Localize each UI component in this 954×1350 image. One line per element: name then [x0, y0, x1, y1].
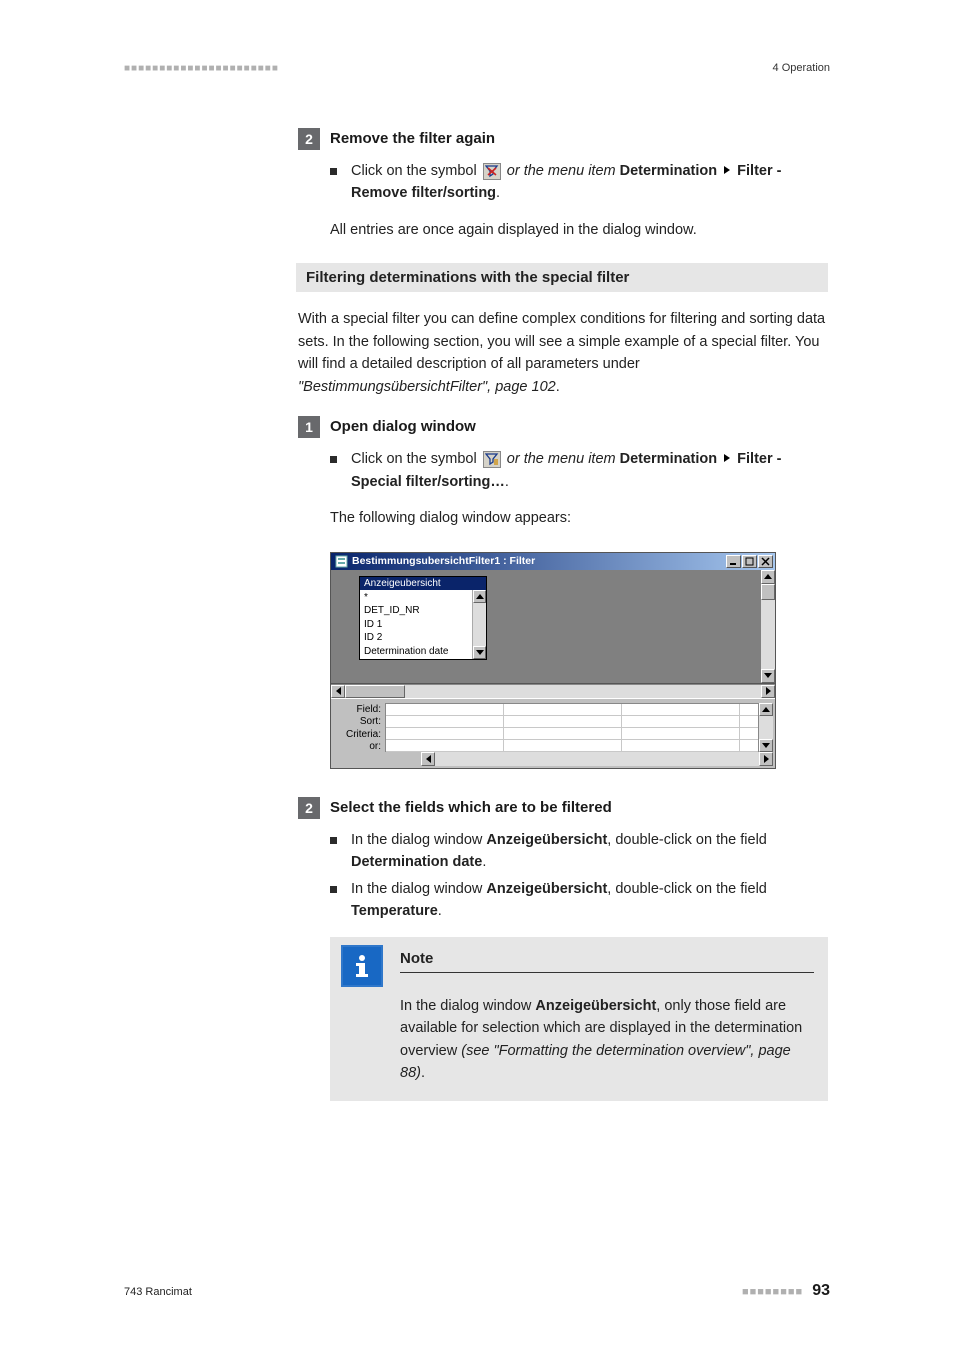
- pane-v-scrollbar[interactable]: [761, 570, 775, 683]
- criteria-grid[interactable]: [385, 703, 759, 752]
- step-open-dialog: 1 Open dialog window: [298, 416, 828, 438]
- note-heading: Note: [400, 947, 814, 973]
- scroll-left-icon[interactable]: [421, 752, 435, 766]
- intro-paragraph: With a special filter you can define com…: [298, 308, 828, 398]
- step-select-fields: 2 Select the fields which are to be filt…: [298, 797, 828, 819]
- anzeige-box[interactable]: Anzeigeubersicht * DET_ID_NR ID 1 ID 2 D…: [359, 576, 487, 661]
- bullet-text: Click on the symbol or the menu item Det…: [351, 448, 782, 493]
- scroll-up-icon[interactable]: [473, 590, 486, 603]
- result-text: All entries are once again displayed in …: [330, 219, 828, 241]
- special-filter-icon: [483, 451, 501, 468]
- result-text: The following dialog window appears:: [330, 507, 828, 529]
- footer-decor: ■■■■■■■■: [742, 1286, 803, 1298]
- bullet-text: In the dialog window Anzeigeübersicht, d…: [351, 829, 828, 874]
- scroll-up-icon[interactable]: [759, 703, 773, 716]
- header-chapter: 4 Operation: [773, 62, 830, 74]
- step-number: 2: [298, 797, 320, 819]
- step-number: 2: [298, 128, 320, 150]
- scroll-thumb[interactable]: [761, 584, 775, 600]
- list-item[interactable]: DET_ID_NR: [364, 604, 468, 618]
- lower-pane: Field: Sort: Criteria: or:: [331, 698, 775, 768]
- scroll-down-icon[interactable]: [473, 646, 486, 659]
- row-label: Field:: [341, 704, 381, 717]
- close-button[interactable]: [758, 555, 773, 568]
- list-item[interactable]: ID 1: [364, 618, 468, 632]
- list-item[interactable]: *: [364, 591, 468, 605]
- bullet-item: In the dialog window Anzeigeübersicht, d…: [330, 878, 828, 923]
- bullet-text: Click on the symbol or the menu item Det…: [351, 160, 782, 205]
- anzeige-list[interactable]: * DET_ID_NR ID 1 ID 2 Determination date: [360, 590, 472, 660]
- note-box: Note In the dialog window Anzeigeübersic…: [330, 937, 828, 1101]
- bullet-marker: [330, 456, 337, 463]
- step-title: Remove the filter again: [330, 128, 495, 150]
- maximize-button[interactable]: [742, 555, 757, 568]
- menu-separator-icon: [724, 166, 730, 174]
- remove-filter-icon: [483, 163, 501, 180]
- scroll-down-icon[interactable]: [759, 739, 773, 752]
- upper-pane: Anzeigeubersicht * DET_ID_NR ID 1 ID 2 D…: [331, 570, 775, 684]
- bullet-marker: [330, 886, 337, 893]
- anzeige-header: Anzeigeubersicht: [360, 577, 486, 590]
- bullet-item: In the dialog window Anzeigeübersicht, d…: [330, 829, 828, 874]
- header-decor: ■■■■■■■■■■■■■■■■■■■■■■: [124, 63, 279, 74]
- minimize-button[interactable]: [726, 555, 741, 568]
- info-icon: [341, 945, 383, 987]
- step-title: Open dialog window: [330, 416, 476, 438]
- scroll-right-icon[interactable]: [761, 685, 775, 698]
- scroll-left-icon[interactable]: [331, 685, 345, 698]
- bullet-marker: [330, 837, 337, 844]
- step-number: 1: [298, 416, 320, 438]
- grid-v-scrollbar[interactable]: [759, 703, 773, 752]
- pane-h-scrollbar[interactable]: [331, 684, 775, 698]
- bullet-item: Click on the symbol or the menu item Det…: [330, 160, 828, 205]
- row-label: Sort:: [341, 716, 381, 729]
- dialog-title-icon: [335, 555, 348, 568]
- row-label: or:: [341, 741, 381, 754]
- footer-product: 743 Rancimat: [124, 1286, 192, 1298]
- step-title: Select the fields which are to be filter…: [330, 797, 612, 819]
- menu-separator-icon: [724, 454, 730, 462]
- dialog-title: BestimmungsubersichtFilter1 : Filter: [352, 555, 726, 567]
- scroll-thumb[interactable]: [345, 685, 405, 698]
- bullet-text: In the dialog window Anzeigeübersicht, d…: [351, 878, 828, 923]
- dialog-titlebar: BestimmungsubersichtFilter1 : Filter: [331, 553, 775, 570]
- bullet-marker: [330, 168, 337, 175]
- filter-dialog-screenshot: BestimmungsubersichtFilter1 : Filter Anz…: [330, 552, 776, 769]
- note-text: In the dialog window Anzeigeübersicht, o…: [400, 995, 814, 1085]
- step-remove-filter: 2 Remove the filter again: [298, 128, 828, 150]
- section-heading: Filtering determinations with the specia…: [296, 263, 828, 292]
- list-scrollbar[interactable]: [472, 590, 486, 660]
- page-number: 93: [812, 1282, 830, 1299]
- list-item[interactable]: Determination date: [364, 645, 468, 659]
- scroll-down-icon[interactable]: [761, 669, 775, 683]
- list-item[interactable]: ID 2: [364, 631, 468, 645]
- bullet-item: Click on the symbol or the menu item Det…: [330, 448, 828, 493]
- row-label: Criteria:: [341, 729, 381, 742]
- grid-row-labels: Field: Sort: Criteria: or:: [341, 703, 385, 766]
- scroll-right-icon[interactable]: [759, 752, 773, 766]
- scroll-up-icon[interactable]: [761, 570, 775, 584]
- grid-h-scrollbar[interactable]: [421, 752, 773, 766]
